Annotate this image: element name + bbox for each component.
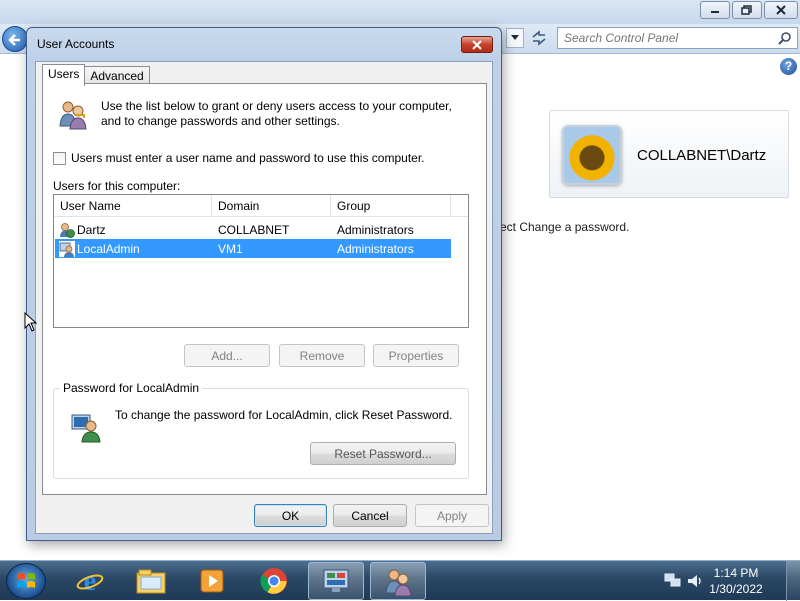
restore-icon [741,5,752,15]
domain-cell: COLLABNET [218,222,290,237]
refresh-button[interactable] [528,28,550,48]
properties-button[interactable]: Properties [373,344,459,367]
search-box[interactable] [557,27,798,49]
table-row-selected[interactable]: LocalAdmin VM1 Administrators [55,239,451,258]
svg-text:e: e [84,566,96,596]
require-login-option[interactable]: Users must enter a user name and passwor… [53,151,425,165]
taskbar: e 1:14 PM 1/30/2022 [0,560,800,601]
clock-date: 1/30/2022 [709,582,763,596]
chevron-down-icon [511,35,519,40]
clock[interactable]: 1:14 PM 1/30/2022 [696,565,776,597]
taskbar-user-accounts[interactable] [370,562,426,600]
password-group-legend: Password for LocalAdmin [60,381,203,395]
require-login-label: Users must enter a user name and passwor… [71,151,425,165]
dialog-title: User Accounts [37,37,115,51]
taskbar-file-explorer[interactable] [123,562,179,600]
system-tray: 1:14 PM 1/30/2022 [660,561,800,601]
intro-text: Use the list below to grant or deny user… [101,99,452,128]
refresh-icon [532,30,546,46]
remove-user-button[interactable]: Remove [279,344,365,367]
search-icon[interactable] [778,31,792,45]
restore-button[interactable] [732,1,762,19]
user-computer-icon [71,414,101,443]
window-close-button[interactable] [764,1,798,19]
column-header-group[interactable]: Group [331,195,451,217]
ok-button[interactable]: OK [254,504,327,527]
internet-explorer-icon: e [76,566,104,596]
reset-password-button[interactable]: Reset Password... [310,442,456,465]
dialog-close-button[interactable] [461,36,493,53]
user-accounts-icon [385,569,412,596]
control-panel-titlebar [0,0,800,24]
back-button[interactable] [2,26,28,52]
show-desktop-button[interactable] [786,561,800,601]
start-button[interactable] [6,563,46,599]
local-user-icon [59,240,75,257]
domain-user-icon [60,222,75,238]
column-header-domain[interactable]: Domain [212,195,331,217]
require-login-checkbox[interactable] [53,151,66,165]
password-groupbox: Password for LocalAdmin To change the pa… [53,381,469,479]
column-header-user-name[interactable]: User Name [54,195,212,217]
mouse-pointer-icon [24,312,38,332]
users-icon [59,101,87,130]
users-tab-panel: Use the list below to grant or deny user… [42,83,487,495]
dialog-body: Users Advanced Use the list below to gra… [35,61,493,534]
network-icon[interactable] [664,573,682,589]
table-row[interactable]: Dartz COLLABNET Administrators [55,220,451,239]
change-password-hint: ect Change a password. [500,220,630,234]
reset-password-instructions: To change the password for LocalAdmin, c… [115,408,453,422]
group-cell: Administrators [337,241,414,256]
user-name-cell: Dartz [77,222,106,237]
group-cell: Administrators [337,222,414,237]
media-player-icon [200,569,224,593]
apply-button[interactable]: Apply [415,504,489,527]
users-list[interactable]: User Name Domain Group Dartz COLLABNET A… [53,194,469,328]
tab-users[interactable]: Users [42,64,86,86]
clock-time: 1:14 PM [713,566,759,580]
users-list-header: User Name Domain Group [54,195,468,217]
user-accounts-dialog: User Accounts Users Advanced Use the lis… [26,27,502,541]
close-icon [472,39,482,50]
add-user-button[interactable]: Add... [184,344,270,367]
taskbar-internet-explorer[interactable]: e [62,562,118,600]
domain-cell: VM1 [218,241,243,256]
chrome-icon [260,568,287,594]
account-tile: COLLABNET\Dartz [549,110,789,198]
folder-icon [136,569,166,594]
control-panel-icon [323,569,349,592]
address-dropdown-button[interactable] [506,28,524,48]
close-icon [776,5,786,15]
taskbar-media-player[interactable] [184,562,240,600]
windows-logo-icon [17,573,35,588]
users-list-label: Users for this computer: [53,179,181,193]
account-name: COLLABNET\Dartz [637,147,767,164]
account-picture [562,125,622,185]
cancel-button[interactable]: Cancel [333,504,407,527]
user-name-cell: LocalAdmin [77,241,140,256]
taskbar-control-panel[interactable] [308,562,364,600]
help-icon[interactable]: ? [780,58,797,75]
minimize-button[interactable] [700,1,730,19]
minimize-icon [711,11,719,13]
taskbar-chrome[interactable] [246,562,302,600]
search-input[interactable] [558,28,768,48]
column-header-filler [451,195,468,217]
